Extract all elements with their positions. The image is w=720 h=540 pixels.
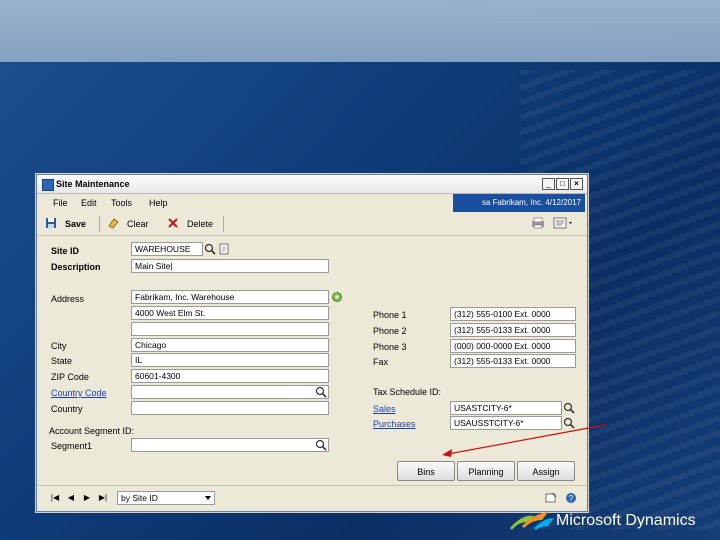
svg-text:?: ?	[569, 494, 574, 503]
toolbar-separator	[99, 216, 100, 232]
menu-help[interactable]: Help	[149, 198, 168, 208]
sort-dropdown-value: by Site ID	[121, 493, 158, 503]
description-label: Description	[51, 262, 101, 272]
toolbar-separator	[223, 216, 224, 232]
planning-button[interactable]: Planning	[457, 461, 515, 481]
minimize-button[interactable]: _	[542, 178, 555, 190]
address-line-1[interactable]: Fabrikam, Inc. Warehouse	[131, 290, 329, 304]
phone3-field[interactable]: (000) 000-0000 Ext. 0000	[450, 339, 576, 353]
title-bar: Site Maintenance _ □ ×	[37, 175, 587, 194]
sales-link[interactable]: Sales	[373, 404, 396, 414]
note-dropdown-icon[interactable]	[553, 217, 575, 229]
close-button[interactable]: ×	[570, 178, 583, 190]
sales-tax-field[interactable]: USASTCITY-6*	[450, 401, 562, 415]
sort-dropdown[interactable]: by Site ID	[117, 491, 215, 505]
delete-button[interactable]: Delete	[187, 218, 213, 230]
menu-file[interactable]: File	[53, 198, 68, 208]
microsoft-dynamics-logo	[510, 512, 554, 530]
assign-button[interactable]: Assign	[517, 461, 575, 481]
brand-text: Microsoft Dynamics	[556, 512, 696, 529]
window-title: Site Maintenance	[56, 179, 130, 189]
state-label: State	[51, 356, 73, 366]
state-field[interactable]: IL	[131, 353, 329, 367]
description-field[interactable]: Main Site|	[131, 259, 329, 273]
window-icon	[42, 179, 54, 191]
lookup-icon[interactable]	[204, 243, 216, 255]
top-banner	[0, 0, 720, 62]
tax-schedule-label: Tax Schedule ID:	[373, 387, 442, 397]
site-id-field[interactable]: WAREHOUSE	[131, 242, 203, 256]
country-field[interactable]	[131, 401, 329, 415]
next-record-button[interactable]: ▶	[81, 492, 93, 504]
chevron-down-icon[interactable]	[205, 496, 211, 500]
country-code-link[interactable]: Country Code	[51, 388, 107, 398]
fax-label: Fax	[373, 357, 389, 367]
eraser-icon	[108, 218, 119, 229]
segment1-field[interactable]	[131, 438, 329, 452]
previous-record-button[interactable]: ◀	[65, 492, 77, 504]
lookup-icon[interactable]	[315, 386, 327, 398]
country-label: Country	[51, 404, 83, 414]
save-icon	[46, 218, 56, 228]
phone2-field[interactable]: (312) 555-0133 Ext. 0000	[450, 323, 576, 337]
country-code-field[interactable]	[131, 385, 329, 399]
first-record-button[interactable]: |◀	[49, 492, 61, 504]
account-segment-label: Account Segment ID:	[49, 426, 135, 436]
save-button[interactable]: Save	[65, 218, 86, 230]
document-icon[interactable]	[218, 243, 230, 255]
city-field[interactable]: Chicago	[131, 338, 329, 352]
menu-edit[interactable]: Edit	[81, 198, 97, 208]
phone1-field[interactable]: (312) 555-0100 Ext. 0000	[450, 307, 576, 321]
maximize-button[interactable]: □	[556, 178, 569, 190]
lookup-icon[interactable]	[315, 439, 327, 451]
zip-field[interactable]: 60601-4300	[131, 369, 329, 383]
address-line-2[interactable]: 4000 West Elm St.	[131, 306, 329, 320]
city-label: City	[51, 341, 67, 351]
segment1-label: Segment1	[51, 441, 93, 451]
bins-button[interactable]: Bins	[397, 461, 455, 481]
help-icon[interactable]: ?	[565, 492, 577, 504]
phone1-label: Phone 1	[373, 310, 407, 320]
phone2-label: Phone 2	[373, 326, 407, 336]
site-id-label: Site ID	[51, 246, 80, 256]
status-bar: |◀ ◀ ▶ ▶| by Site ID ?	[37, 485, 587, 510]
company-date-info: sa Fabrikam, Inc. 4/12/2017	[453, 194, 585, 212]
address-icon[interactable]	[331, 291, 343, 303]
zip-label: ZIP Code	[51, 372, 89, 382]
lookup-icon[interactable]	[563, 402, 575, 414]
fax-field[interactable]: (312) 555-0133 Ext. 0000	[450, 354, 576, 368]
delete-x-icon	[168, 218, 178, 228]
address-label: Address	[51, 294, 85, 304]
note-icon[interactable]	[545, 492, 557, 504]
address-line-3[interactable]	[131, 322, 329, 336]
site-maintenance-window: Site Maintenance _ □ × File Edit Tools H…	[36, 174, 588, 512]
toolbar: Save Clear Delete	[37, 213, 587, 236]
menu-tools[interactable]: Tools	[111, 198, 132, 208]
annotation-arrow	[442, 424, 606, 457]
phone3-label: Phone 3	[373, 342, 407, 352]
printer-icon[interactable]	[531, 217, 545, 229]
purchases-link[interactable]: Purchases	[373, 419, 416, 429]
clear-button[interactable]: Clear	[127, 218, 149, 230]
last-record-button[interactable]: ▶|	[97, 492, 109, 504]
